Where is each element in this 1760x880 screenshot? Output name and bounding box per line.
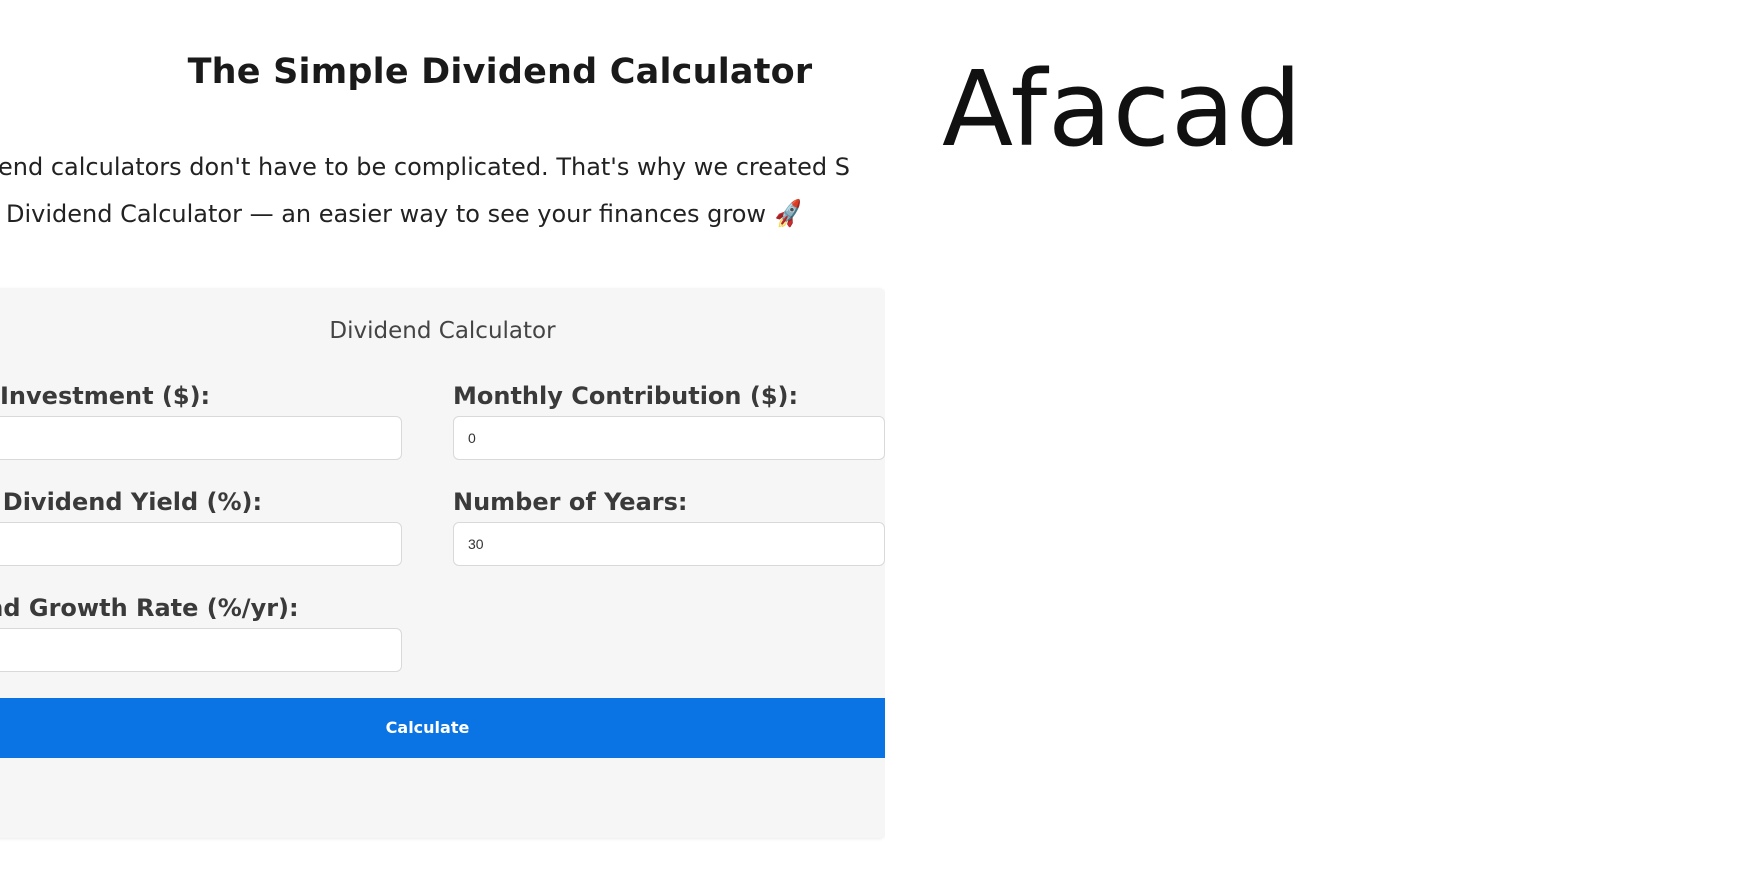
number-of-years-input[interactable]: 30 (453, 522, 885, 566)
dividend-growth-rate-label: end Growth Rate (%/yr): (0, 594, 299, 622)
monthly-contribution-label: Monthly Contribution ($): (453, 382, 799, 410)
stage: The Simple Dividend Calculator end calcu… (0, 0, 1760, 880)
calculator-title: Dividend Calculator (329, 318, 556, 344)
dividend-growth-rate-input[interactable] (0, 628, 402, 672)
rocket-icon: 🚀 (771, 197, 807, 231)
intro-text-line-2: Dividend Calculator — an easier way to s… (6, 197, 807, 231)
number-of-years-label: Number of Years: (453, 488, 688, 516)
font-name-sample: Afacad (942, 48, 1303, 170)
monthly-contribution-input[interactable]: 0 (453, 416, 885, 460)
dividend-calculator-card: Dividend Calculator Investment ($): Mont… (0, 288, 885, 838)
initial-investment-label: Investment ($): (0, 382, 211, 410)
dividend-yield-label: al Dividend Yield (%): (0, 488, 263, 516)
screenshot-panel: The Simple Dividend Calculator end calcu… (0, 0, 885, 880)
intro-text-line-1: end calculators don't have to be complic… (0, 153, 851, 181)
page-title: The Simple Dividend Calculator (187, 52, 813, 92)
initial-investment-input[interactable] (0, 416, 402, 460)
dividend-yield-input[interactable] (0, 522, 402, 566)
intro-text-line-2-label: Dividend Calculator — an easier way to s… (6, 200, 767, 228)
calculate-button[interactable]: Calculate (0, 698, 885, 758)
